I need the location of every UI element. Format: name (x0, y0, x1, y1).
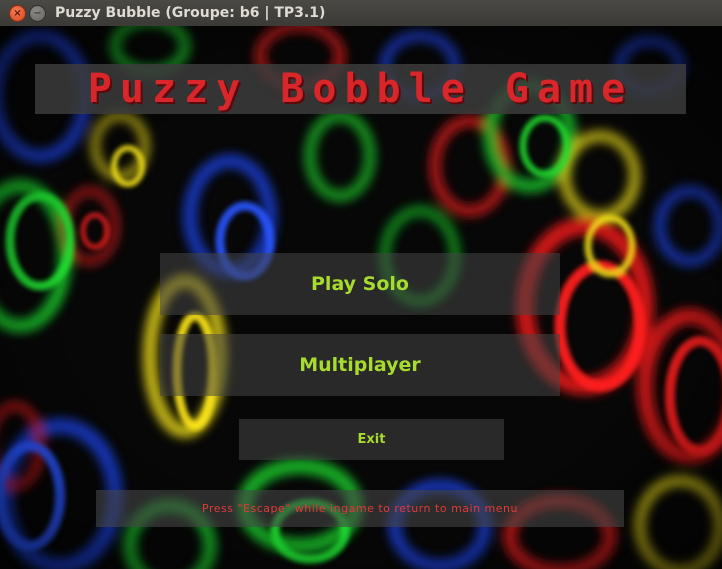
logo-text: Puzzy Bobble Game (87, 66, 634, 112)
window-title: Puzzy Bubble (Groupe: b6 | TP3.1) (55, 5, 326, 21)
escape-hint: Press "Escape" while ingame to return to… (96, 490, 624, 527)
window-titlebar: × − Puzzy Bubble (Groupe: b6 | TP3.1) (0, 0, 722, 27)
window-minimize-button[interactable]: − (29, 5, 46, 22)
close-icon: × (13, 8, 22, 19)
play-solo-button[interactable]: Play Solo (160, 253, 560, 315)
game-logo: Puzzy Bobble Game (35, 64, 686, 114)
minimize-icon: − (33, 8, 42, 19)
multiplayer-button[interactable]: Multiplayer (160, 334, 560, 396)
exit-button[interactable]: Exit (239, 419, 504, 460)
window-close-button[interactable]: × (9, 5, 26, 22)
game-canvas: Puzzy Bobble Game Play Solo Multiplayer … (0, 26, 722, 569)
